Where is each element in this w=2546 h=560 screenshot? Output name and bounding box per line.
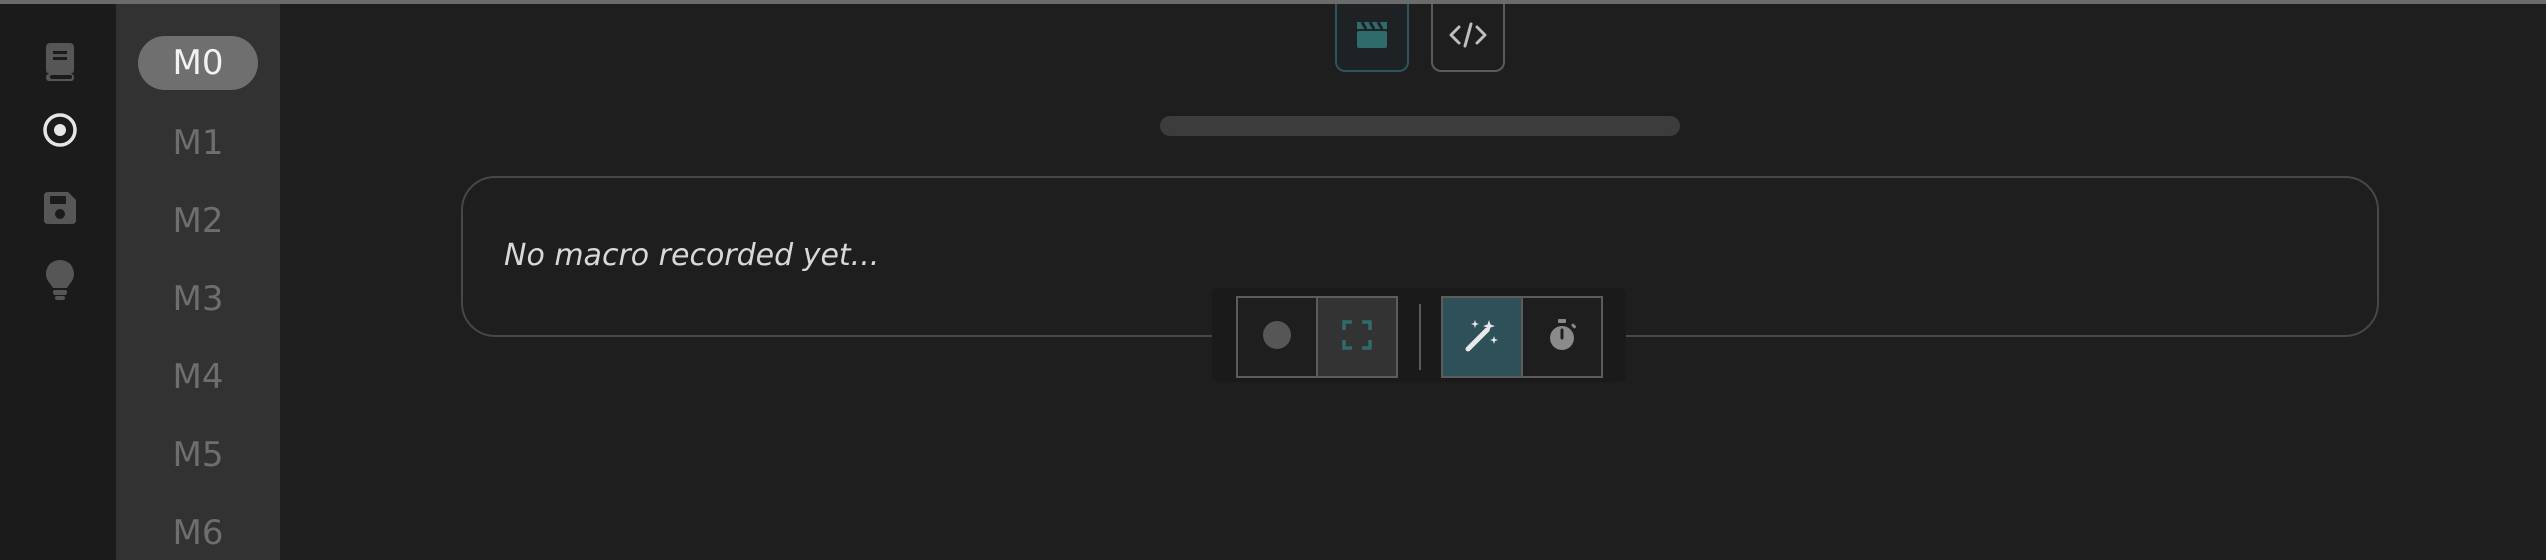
- slot-m6[interactable]: M6: [138, 506, 258, 560]
- record-button[interactable]: [1236, 296, 1318, 378]
- toolbar-separator: [1419, 304, 1421, 370]
- macro-recorder-window: M0 M1 M2 M3 M4 M5 M6 No macro recorded y…: [0, 0, 2546, 560]
- code-view-button[interactable]: [1431, 4, 1505, 72]
- slot-m3[interactable]: M3: [138, 272, 258, 326]
- capture-region-button[interactable]: [1316, 296, 1398, 378]
- focus-frame-icon: [1342, 320, 1372, 354]
- record-target-icon[interactable]: [38, 108, 82, 152]
- slot-m1[interactable]: M1: [138, 116, 258, 170]
- lightbulb-icon[interactable]: [38, 258, 82, 302]
- save-icon[interactable]: [38, 186, 82, 230]
- sidebar-rail: [0, 4, 116, 560]
- book-icon[interactable]: [38, 40, 82, 84]
- slot-m5[interactable]: M5: [138, 428, 258, 482]
- magic-wand-icon: [1465, 318, 1499, 356]
- empty-macro-message: No macro recorded yet...: [504, 238, 880, 273]
- slot-m4[interactable]: M4: [138, 350, 258, 404]
- slot-m0[interactable]: M0: [138, 36, 258, 90]
- clapperboard-icon: [1355, 20, 1389, 54]
- macro-slot-list: M0 M1 M2 M3 M4 M5 M6: [116, 4, 280, 560]
- smart-mode-button[interactable]: [1441, 296, 1523, 378]
- stopwatch-icon: [1547, 318, 1577, 356]
- slot-m2[interactable]: M2: [138, 194, 258, 248]
- record-icon: [1262, 320, 1292, 354]
- timer-button[interactable]: [1521, 296, 1603, 378]
- playback-progress-bar: [1160, 116, 1680, 136]
- code-icon: [1448, 21, 1488, 53]
- recorder-view-button[interactable]: [1335, 4, 1409, 72]
